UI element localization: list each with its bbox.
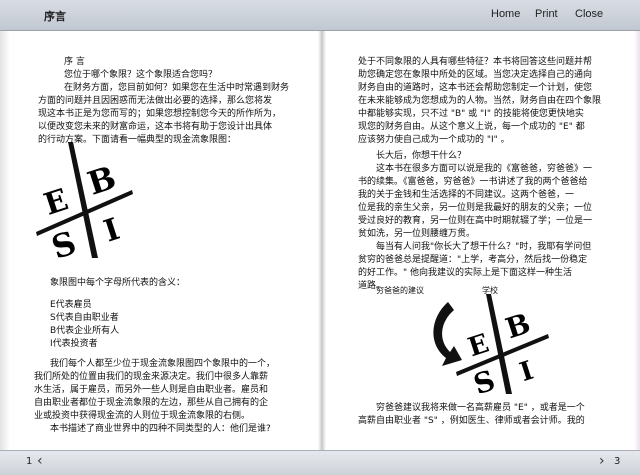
close-button[interactable]: Close — [575, 8, 603, 20]
body-line: 应该努力使自己成为一个成功的 "I" 。 — [358, 135, 510, 145]
prev-page-arrow-icon[interactable]: ‹ — [37, 453, 43, 469]
body-line: 我们所处的位置由我们的现金来源决定。我们中很多人靠薪 — [34, 372, 269, 382]
body-line: 位是我的亲生父亲，另一位则是我最好的朋友的父亲；一位 — [358, 203, 593, 213]
right-page-number: 3 — [614, 456, 621, 467]
intro-question: 您位于哪个象限？这个象限适合您吗？ — [64, 70, 218, 80]
letter-b: B — [83, 158, 120, 202]
cashflow-quadrant-image: E B S I — [36, 142, 133, 260]
body-line: 的好工作。" 他向我建议的实际上是下面这样一种生活 — [358, 268, 573, 278]
letter-e: E — [40, 182, 73, 222]
body-line: 本书描述了商业世界中的四种不同类型的人：他们是谁? — [50, 424, 271, 434]
body-line: 水生活，属于雇员，而另外一些人则是自由职业者。雇员和 — [34, 385, 269, 395]
letter-e: E — [464, 329, 492, 364]
body-line: 以便改变您未来的财富命运，这本书将有助于您设计出具体 — [38, 122, 273, 132]
body-line: 处于不同象限的人具有哪些特征？本书将回答这些问题并帮 — [358, 57, 593, 67]
page-edge — [634, 31, 640, 451]
letter-s: S — [470, 364, 499, 396]
letter-i: I — [100, 212, 124, 250]
body-line: 书的续集。《富爸爸，穷爸爸》一书讲述了我的两个爸爸给 — [358, 177, 588, 187]
legend-item: I代表投资者 — [50, 339, 98, 349]
body-line: 这本书在很多方面可以说是我的《富爸爸，穷爸爸》一 — [376, 164, 593, 174]
body-line: 每当有人问我"你长大了想干什么？"时，我耶有学问但 — [376, 242, 592, 252]
body-line: 财务自由的道路时，这本书还会帮助您制定一个计划，使您 — [358, 83, 593, 93]
page-footer: 1 ‹ › 3 — [0, 450, 640, 475]
body-line: 业或投资中获得现金流的人则位于现金流象限的右侧。 — [34, 411, 251, 421]
left-page-shadow — [0, 31, 10, 451]
body-line: 在未来能够成为您想成为的人物。当然，财务自由在四个象限 — [358, 96, 602, 106]
print-button[interactable]: Print — [535, 8, 558, 20]
body-line: 现您的财务自由。从这个意义上说，每一个成功的 "E" 都 — [358, 122, 585, 132]
body-line: 我的关于金钱和生活选择的不同建议。这两个爸爸，一 — [358, 190, 575, 200]
legend-item: E代表雇员 — [50, 300, 92, 310]
body-line: 我们每个人都至少位于现金流象限图四个象限中的一个， — [50, 359, 276, 369]
section-heading: 序 言 — [64, 57, 85, 67]
body-line: 穷爸爸建议我将来做一名高薪雇员 "E" ，或者是一个 — [376, 403, 585, 413]
curved-arrow-icon — [433, 302, 462, 366]
book-spine — [318, 31, 326, 451]
body-line: 中都能够实现，只不过 "B" 或 "I" 的技能将使您更快地实 — [358, 109, 584, 119]
body-line: 受过良好的教育，另一位则在高中时期就辍了学；一位是一 — [358, 216, 593, 226]
letter-i: I — [516, 356, 537, 388]
body-line: 高薪自由职业者 "S" ，例如医生、律师或者会计师。我的 — [358, 416, 585, 426]
body-line: 贫穷的爸爸总是提醒道："上学，考高分，然后找一份稳定 — [358, 255, 588, 265]
body-line: 方面的问题并且因困惑而无法做出必要的选择，那么您将发 — [38, 96, 273, 106]
toolbar: 序言 Home Print Close — [0, 0, 640, 31]
body-line: 贫如洗，另一位则腰缠万贯。 — [358, 229, 476, 239]
body-line: 现这本书正是为您而写的；如果您想控制您今天的所作所为， — [38, 109, 282, 119]
legend-item: S代表自由职业者 — [50, 313, 119, 323]
next-page-arrow-icon[interactable]: › — [599, 453, 605, 469]
legend-item: B代表企业所有人 — [50, 326, 120, 336]
home-button[interactable]: Home — [491, 8, 520, 20]
subheading: 长大后，你想干什么？ — [376, 151, 467, 161]
body-line: 自由职业者都位于现金流象限的左边，那些从自己拥有的企 — [34, 398, 269, 408]
quadrant-caption: 象限图中每个字母所代表的含义： — [50, 278, 186, 288]
left-page-number: 1 — [26, 456, 33, 467]
body-line: 助您确定您在象限中所处的区域。当您决定选择自己的通向 — [358, 70, 593, 80]
window-title: 序言 — [44, 10, 66, 23]
diagram-label-advice: 穷爸爸的建议 — [376, 286, 424, 295]
letter-s: S — [47, 223, 81, 260]
letter-b: B — [502, 307, 535, 346]
poor-dad-advice-diagram: E B S I — [433, 294, 549, 396]
body-line: 在财务方面，您目前如何？如果您在生活中时常遇到财务 — [64, 83, 290, 93]
